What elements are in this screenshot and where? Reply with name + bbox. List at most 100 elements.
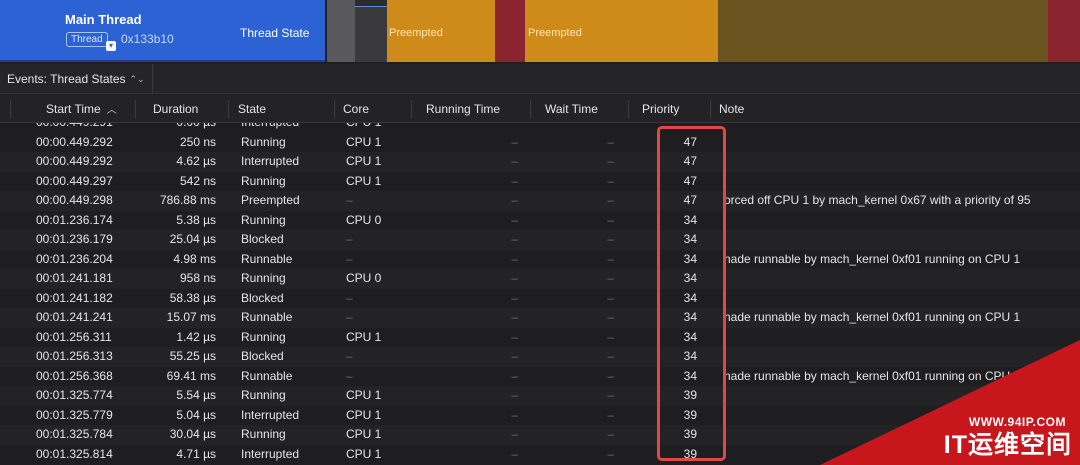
cell-note: nade runnable by mach_kernel 0xf01 runni…: [724, 310, 1021, 324]
state-segment-running[interactable]: [327, 0, 355, 62]
cell-start-time: 00:01.256.368: [36, 368, 113, 383]
thread-info-panel[interactable]: Main Thread Thread ▾ 0x133b10 Thread Sta…: [0, 0, 325, 62]
cell-state: Runnable: [241, 310, 293, 324]
cell-state: Running: [241, 173, 286, 188]
column-header-priority[interactable]: Priority: [642, 95, 679, 123]
state-segment-runnable[interactable]: [495, 0, 525, 62]
cell-core: –: [346, 310, 353, 324]
cell-state: Running: [241, 271, 286, 285]
cell-wait-time: –: [607, 271, 614, 285]
cell-start-time: 00:01.325.779: [36, 407, 113, 422]
column-header-state[interactable]: State: [238, 95, 266, 123]
sort-ascending-icon: ︿: [106, 105, 117, 116]
table-row[interactable]: 00:01.325.784 30.04 µs Running CPU 1 – – 39: [0, 425, 1080, 445]
cell-note: orced off CPU 1 by mach_kernel 0x67 with…: [724, 193, 1031, 207]
column-separator[interactable]: [530, 100, 531, 118]
table-row-clipped[interactable]: 00:00.449.291 0.00 µs Interrupted CPU 1: [0, 123, 1080, 133]
thread-type-badge[interactable]: Thread: [66, 32, 108, 47]
cell-core: CPU 1: [346, 388, 382, 402]
cell-core: –: [346, 251, 353, 266]
cell-duration: 0.00 µs: [136, 123, 216, 133]
column-separator[interactable]: [411, 100, 412, 118]
table-row[interactable]: 00:01.241.181 958 ns Running CPU 0 – – 34: [0, 269, 1080, 289]
cell-wait-time: –: [607, 310, 614, 324]
cell-wait-time: –: [607, 232, 614, 246]
table-row[interactable]: 00:01.256.368 69.41 ms Runnable – – – 34 nade r…: [0, 367, 1080, 387]
column-header-running-time[interactable]: Running Time: [426, 95, 500, 123]
cell-start-time: 00:01.325.774: [36, 388, 113, 402]
table-row[interactable]: 00:00.449.297 542 ns Running CPU 1 – – 47: [0, 172, 1080, 192]
cell-wait-time: –: [607, 388, 614, 402]
cell-priority: 34: [683, 329, 697, 344]
cell-note: [724, 269, 1080, 289]
cell-wait-time: –: [607, 329, 614, 344]
cell-start-time: 00:01.256.311: [36, 329, 112, 344]
lane-label: Thread State: [240, 26, 310, 40]
cell-state: Blocked: [241, 349, 284, 363]
column-header-wait-time[interactable]: Wait Time: [545, 95, 598, 123]
cell-core: CPU 1: [346, 123, 416, 133]
cell-duration: 5.54 µs: [176, 388, 216, 402]
cell-priority: 39: [683, 446, 697, 461]
cell-core: CPU 1: [346, 173, 382, 188]
cell-running-time: –: [511, 407, 518, 422]
cell-start-time: 00:01.236.179: [36, 232, 113, 246]
table-row[interactable]: 00:01.236.174 5.38 µs Running CPU 0 – – 34: [0, 211, 1080, 231]
cell-running-time: –: [511, 154, 518, 168]
cell-running-time: –: [511, 232, 518, 246]
table-row[interactable]: 00:01.241.241 15.07 ms Runnable – – – 34 nade r…: [0, 308, 1080, 328]
table-row[interactable]: 00:01.256.311 1.42 µs Running CPU 1 – – 34: [0, 328, 1080, 348]
events-selector[interactable]: Events: Thread States ⌃⌄: [0, 64, 153, 94]
column-header-duration[interactable]: Duration: [153, 95, 198, 123]
cell-start-time: 00:01.325.814: [36, 446, 113, 461]
cell-duration: 958 ns: [179, 271, 216, 285]
cell-state: Interrupted: [241, 407, 300, 422]
cell-duration: 30.04 µs: [169, 427, 216, 441]
table-row[interactable]: 00:01.325.779 5.04 µs Interrupted CPU 1 – – 39: [0, 406, 1080, 426]
column-separator[interactable]: [628, 100, 629, 118]
column-separator[interactable]: [10, 100, 11, 118]
cell-duration: 786.88 ms: [159, 193, 216, 207]
table-row[interactable]: 00:01.236.179 25.04 µs Blocked – – – 34: [0, 230, 1080, 250]
cell-core: CPU 1: [346, 446, 382, 461]
column-separator[interactable]: [710, 100, 711, 118]
table-row[interactable]: 00:00.449.298 786.88 ms Preempted – – – 47 orce…: [0, 191, 1080, 211]
cell-state: Runnable: [241, 251, 293, 266]
cell-wait-time: –: [607, 251, 614, 266]
table-row[interactable]: 00:01.241.182 58.38 µs Blocked – – – 34: [0, 289, 1080, 309]
column-header-start-time[interactable]: Start Time ︿: [46, 95, 117, 123]
cell-start-time: 00:00.449.297: [36, 173, 113, 188]
table-row[interactable]: 00:00.449.292 4.62 µs Interrupted CPU 1 – – 47: [0, 152, 1080, 172]
cell-start-time: 00:01.236.204: [36, 251, 113, 266]
cell-priority: 47: [683, 173, 697, 188]
column-separator[interactable]: [228, 100, 229, 118]
cell-note: [724, 230, 1080, 250]
cell-wait-time: –: [607, 446, 614, 461]
column-separator[interactable]: [334, 100, 335, 118]
cell-note: nade runnable by mach_kernel 0xf01 runni…: [724, 251, 1021, 266]
cell-priority: 47: [683, 193, 697, 207]
cell-core: CPU 1: [346, 329, 382, 344]
table-row[interactable]: 00:01.325.814 4.71 µs Interrupted CPU 1 – – 39: [0, 445, 1080, 465]
table-row[interactable]: 00:00.449.292 250 ns Running CPU 1 – – 47: [0, 133, 1080, 153]
state-segment-runnable[interactable]: [1048, 0, 1080, 62]
cell-note: [724, 172, 1080, 192]
cell-running-time: –: [511, 368, 518, 383]
column-header-note[interactable]: Note: [719, 95, 744, 123]
cell-start-time: 00:01.241.182: [36, 290, 113, 305]
cell-state: Interrupted: [241, 446, 300, 461]
chevron-down-icon[interactable]: ▾: [106, 41, 116, 51]
cell-duration: 250 ns: [179, 134, 216, 149]
cell-priority: 34: [683, 310, 697, 324]
table-row[interactable]: 00:01.236.204 4.98 ms Runnable – – – 34 nade ru…: [0, 250, 1080, 270]
state-segment-preempted-dim[interactable]: [718, 0, 1048, 62]
cell-priority: 34: [683, 349, 697, 363]
chevron-up-down-icon: ⌃⌄: [129, 73, 145, 84]
thread-name: Main Thread: [65, 12, 142, 27]
column-separator[interactable]: [135, 100, 136, 118]
thread-state-timeline[interactable]: Preempted Preempted: [327, 0, 1080, 62]
table-row[interactable]: 00:01.256.313 55.25 µs Blocked – – – 34: [0, 347, 1080, 367]
column-header-core[interactable]: Core: [343, 95, 369, 123]
table-row[interactable]: 00:01.325.774 5.54 µs Running CPU 1 – – 39: [0, 386, 1080, 406]
cell-note: [724, 406, 1080, 426]
